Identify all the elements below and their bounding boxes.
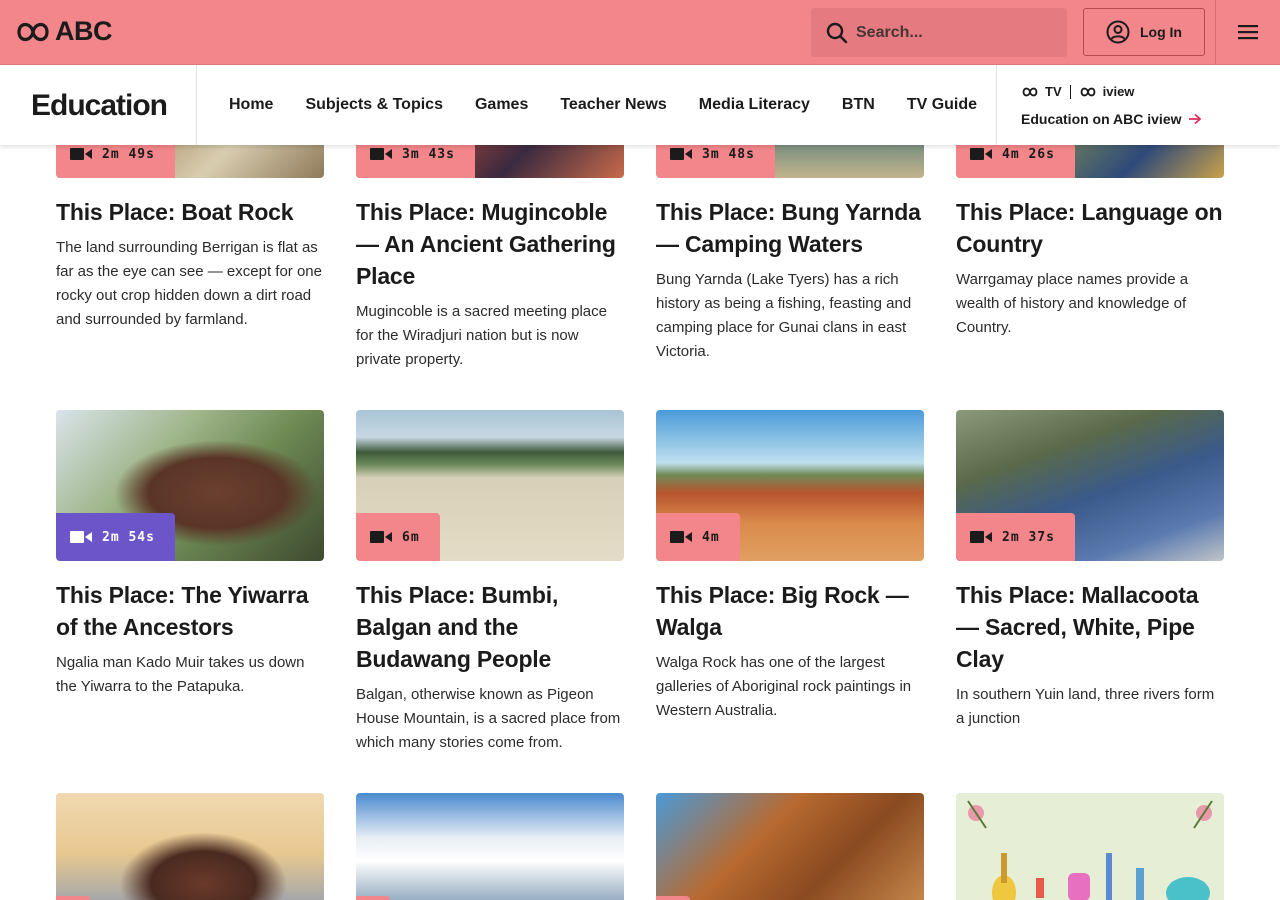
duration-badge: 6m bbox=[356, 513, 440, 561]
search-icon bbox=[826, 22, 848, 43]
instruments-illustration bbox=[967, 800, 1213, 900]
video-title[interactable]: This Place: Language on Country bbox=[956, 196, 1224, 260]
video-title[interactable]: This Place: Boat Rock bbox=[56, 196, 324, 228]
abc-lissajous-icon bbox=[1080, 87, 1096, 96]
duration-badge bbox=[656, 896, 690, 900]
abc-iview-text: iview bbox=[1102, 84, 1135, 99]
video-camera-icon bbox=[370, 531, 392, 543]
video-duration: 2m 37s bbox=[1002, 529, 1055, 545]
hamburger-icon bbox=[1238, 25, 1258, 40]
menu-button[interactable] bbox=[1232, 20, 1264, 44]
video-thumbnail[interactable] bbox=[56, 793, 324, 900]
video-camera-icon bbox=[370, 148, 392, 160]
video-duration: 6m bbox=[402, 529, 420, 545]
video-duration: 2m 49s bbox=[102, 146, 155, 162]
duration-badge: 2m 37s bbox=[956, 513, 1075, 561]
nav-tv-guide[interactable]: TV Guide bbox=[907, 96, 977, 114]
search-input[interactable] bbox=[856, 23, 1046, 42]
duration-badge bbox=[56, 896, 90, 900]
duration-badge: 2m 54s bbox=[56, 513, 175, 561]
iview-logos: TV iview bbox=[1021, 84, 1134, 99]
video-camera-icon bbox=[970, 531, 992, 543]
video-camera-icon bbox=[670, 148, 692, 160]
video-card[interactable] bbox=[956, 793, 1224, 900]
nav-btn[interactable]: BTN bbox=[842, 96, 875, 114]
brand-divider bbox=[196, 65, 197, 145]
video-duration: 4m 26s bbox=[1002, 146, 1055, 162]
top-bar: ABC Log In bbox=[0, 0, 1280, 65]
nav-links: Home Subjects & Topics Games Teacher New… bbox=[229, 96, 1009, 114]
video-title[interactable]: This Place: The Yiwarra of the Ancestors bbox=[56, 579, 324, 643]
section-nav: Education Home Subjects & Topics Games T… bbox=[0, 65, 1280, 145]
video-description: Walga Rock has one of the largest galler… bbox=[656, 654, 912, 719]
login-label: Log In bbox=[1140, 24, 1182, 40]
video-duration: 3m 43s bbox=[402, 146, 455, 162]
video-camera-icon bbox=[70, 531, 92, 543]
video-camera-icon bbox=[70, 148, 92, 160]
video-thumbnail[interactable] bbox=[956, 793, 1224, 900]
nav-teacher-news[interactable]: Teacher News bbox=[560, 96, 666, 114]
duration-badge bbox=[356, 896, 390, 900]
video-duration: 2m 54s bbox=[102, 529, 155, 545]
arrow-right-icon bbox=[1188, 113, 1201, 125]
video-thumbnail[interactable]: 4m bbox=[656, 410, 924, 561]
nav-games[interactable]: Games bbox=[475, 96, 528, 114]
video-description: Bung Yarnda (Lake Tyers) has a rich hist… bbox=[656, 271, 912, 360]
video-card[interactable] bbox=[56, 793, 324, 900]
iview-divider bbox=[996, 65, 997, 145]
abc-tv-text: TV bbox=[1045, 84, 1062, 99]
login-button[interactable]: Log In bbox=[1083, 8, 1205, 56]
video-card[interactable]: 2m 37s This Place: Mallacoota — Sacred, … bbox=[956, 410, 1224, 731]
video-card[interactable]: 6m This Place: Bumbi, Balgan and the Bud… bbox=[356, 410, 624, 755]
abc-logo-text: ABC bbox=[55, 16, 113, 46]
abc-lissajous-icon bbox=[17, 22, 49, 41]
video-duration: 3m 48s bbox=[702, 146, 755, 162]
video-thumbnail[interactable]: 6m bbox=[356, 410, 624, 561]
video-title[interactable]: This Place: Big Rock — Walga bbox=[656, 579, 924, 643]
video-description: The land surrounding Berrigan is flat as… bbox=[56, 239, 322, 328]
video-card[interactable]: 4m This Place: Big Rock — Walga Walga Ro… bbox=[656, 410, 924, 723]
education-on-iview-link[interactable]: Education on ABC iview bbox=[1021, 111, 1202, 127]
logo-separator bbox=[1069, 84, 1071, 99]
abc-logo[interactable]: ABC bbox=[17, 16, 113, 46]
video-title[interactable]: This Place: Mugincoble — An Ancient Gath… bbox=[356, 196, 624, 292]
video-description: Ngalia man Kado Muir takes us down the Y… bbox=[56, 654, 305, 695]
video-thumbnail[interactable] bbox=[356, 793, 624, 900]
video-description: Mugincoble is a sacred meeting place for… bbox=[356, 303, 607, 368]
user-icon bbox=[1106, 20, 1130, 44]
video-card[interactable] bbox=[656, 793, 924, 900]
nav-media-literacy[interactable]: Media Literacy bbox=[699, 96, 810, 114]
video-description: In southern Yuin land, three rivers form… bbox=[956, 686, 1215, 727]
video-camera-icon bbox=[670, 531, 692, 543]
video-thumbnail[interactable] bbox=[656, 793, 924, 900]
video-title[interactable]: This Place: Mallacoota — Sacred, White, … bbox=[956, 579, 1224, 675]
video-description: Balgan, otherwise known as Pigeon House … bbox=[356, 686, 621, 751]
video-camera-icon bbox=[970, 148, 992, 160]
education-brand[interactable]: Education bbox=[31, 89, 168, 123]
video-duration: 4m bbox=[702, 529, 720, 545]
abc-lissajous-icon bbox=[1022, 87, 1038, 96]
menu-divider bbox=[1215, 0, 1216, 64]
video-card[interactable] bbox=[356, 793, 624, 900]
nav-home[interactable]: Home bbox=[229, 96, 273, 114]
video-thumbnail[interactable]: 2m 37s bbox=[956, 410, 1224, 561]
iview-link-label: Education on ABC iview bbox=[1021, 111, 1182, 127]
duration-badge: 4m bbox=[656, 513, 740, 561]
nav-subjects-topics[interactable]: Subjects & Topics bbox=[305, 96, 443, 114]
search-box[interactable] bbox=[811, 8, 1067, 57]
video-thumbnail[interactable]: 2m 54s bbox=[56, 410, 324, 561]
video-title[interactable]: This Place: Bung Yarnda — Camping Waters bbox=[656, 196, 924, 260]
video-title[interactable]: This Place: Bumbi, Balgan and the Budawa… bbox=[356, 579, 624, 675]
video-description: Warrgamay place names provide a wealth o… bbox=[956, 271, 1189, 336]
video-card[interactable]: 2m 54s This Place: The Yiwarra of the An… bbox=[56, 410, 324, 699]
